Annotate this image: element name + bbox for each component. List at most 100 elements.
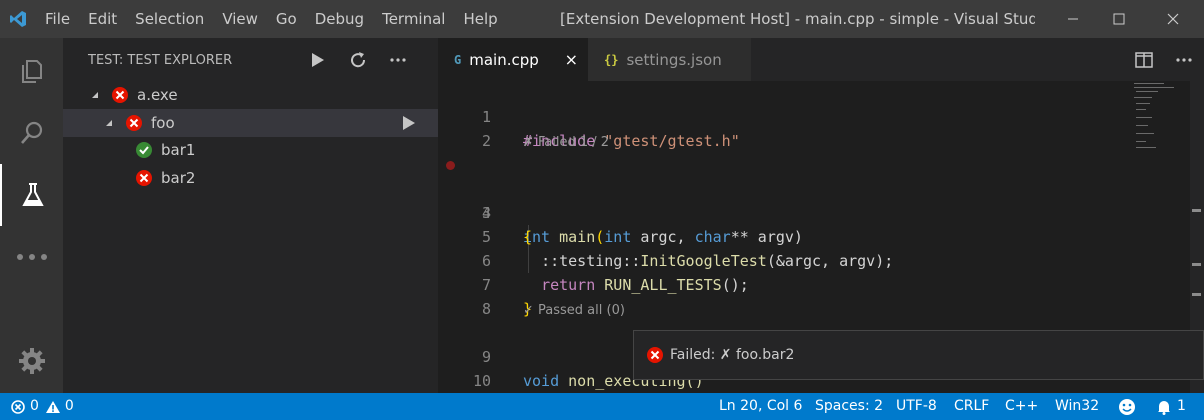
menu-selection[interactable]: Selection <box>126 0 213 38</box>
minimap-line <box>1136 91 1158 92</box>
line-number: 2 <box>481 132 491 150</box>
scroll-marker <box>1192 263 1201 266</box>
failed-icon <box>135 169 153 187</box>
menu-view[interactable]: View <box>213 0 267 38</box>
status-bar: 0 0 Ln 20, Col 6 Spaces: 2 UTF-8 CRLF C+… <box>0 393 1204 420</box>
notifications-indicator[interactable]: 1 <box>1156 393 1186 420</box>
json-file-icon: {} <box>604 52 619 67</box>
settings-gear-icon[interactable] <box>0 330 63 392</box>
tree-item-a-exe[interactable]: a.exe <box>63 81 438 109</box>
tree-item-bar2[interactable]: bar2 <box>63 164 438 192</box>
menu-terminal[interactable]: Terminal <box>373 0 454 38</box>
run-all-tests-button[interactable] <box>298 38 338 82</box>
platform[interactable]: Win32 <box>1055 393 1099 420</box>
cpp-file-icon: G <box>454 52 462 67</box>
tab-bar: G main.cpp × {} settings.json <box>438 38 1204 81</box>
code-line-5: 5 ::testing::InitGoogleTest(&argc, argv)… <box>438 201 1178 270</box>
codelens-failed[interactable]: ✗ Failed 1 / 2 <box>523 131 609 155</box>
search-icon[interactable] <box>0 102 63 164</box>
menu-edit[interactable]: Edit <box>79 0 126 38</box>
minimap-line <box>1136 147 1156 148</box>
maximize-button[interactable] <box>1096 0 1142 38</box>
split-editor-icon[interactable] <box>1124 38 1164 81</box>
tab-label: main.cpp <box>469 50 539 69</box>
tree-item-label: bar1 <box>161 141 196 159</box>
cursor-position[interactable]: Ln 20, Col 6 <box>719 393 802 420</box>
code-line-4: 4 { <box>438 177 1178 246</box>
run-test-play-icon[interactable] <box>402 115 416 135</box>
editor-more-icon[interactable] <box>1164 38 1204 81</box>
codelens-passed[interactable]: ✓ Passed all (0) <box>523 299 625 323</box>
minimap-line <box>1136 103 1150 104</box>
code-line-1: 1 #include "gtest/gtest.h" <box>438 81 1178 150</box>
test-explorer-flask-icon[interactable] <box>0 164 63 226</box>
feedback-smiley-icon[interactable] <box>1118 393 1136 420</box>
explorer-icon[interactable] <box>0 40 63 102</box>
scroll-marker <box>1192 293 1201 296</box>
end-of-line[interactable]: CRLF <box>954 393 989 420</box>
expanded-chevron-icon[interactable] <box>103 117 115 129</box>
warning-icon <box>45 400 60 413</box>
tree-item-foo[interactable]: foo <box>63 109 438 137</box>
activity-bar <box>0 38 63 393</box>
minimap[interactable] <box>1134 81 1194 181</box>
tree-item-label: bar2 <box>161 169 196 187</box>
bell-icon <box>1158 400 1170 415</box>
failed-icon <box>125 114 143 132</box>
menu-go[interactable]: Go <box>267 0 306 38</box>
sidebar-more-icon[interactable] <box>378 38 418 82</box>
minimap-line <box>1134 97 1152 98</box>
tab-main-cpp[interactable]: G main.cpp × <box>438 38 588 81</box>
vscode-logo-icon <box>0 0 36 38</box>
scroll-marker <box>1192 209 1201 212</box>
tab-settings-json[interactable]: {} settings.json <box>588 38 751 81</box>
breakpoint-icon[interactable] <box>446 161 455 170</box>
expanded-chevron-icon[interactable] <box>89 89 101 101</box>
title-bar: File Edit Selection View Go Debug Termin… <box>0 0 1204 38</box>
minimap-line <box>1134 87 1174 88</box>
menu-help[interactable]: Help <box>454 0 506 38</box>
code-line-3: 3 int main(int argc, char** argv) <box>438 153 1178 246</box>
warning-count: 0 <box>64 398 74 414</box>
menu-bar: File Edit Selection View Go Debug Termin… <box>36 0 507 38</box>
error-circle-icon <box>11 399 25 414</box>
minimap-line <box>1136 141 1146 142</box>
passed-icon <box>135 141 153 159</box>
tab-label: settings.json <box>626 50 722 69</box>
minimap-line <box>1134 83 1164 84</box>
tree-item-label: foo <box>151 114 175 132</box>
code-line-2: 2 <box>438 105 1178 150</box>
indentation[interactable]: Spaces: 2 <box>815 393 883 420</box>
sidebar-title: TEST: TEST EXPLORER <box>88 52 233 68</box>
minimize-button[interactable] <box>1050 0 1096 38</box>
test-explorer-sidebar: TEST: TEST EXPLORER a.exe foo bar1 bar2 <box>63 38 438 393</box>
tree-item-bar1[interactable]: bar1 <box>63 136 438 164</box>
code-line-8: 8 <box>438 273 1178 318</box>
problems-indicator[interactable]: 0 0 <box>10 393 74 420</box>
hover-text: Failed: ✗ foo.bar2 <box>670 347 795 363</box>
code-token: "gtest/gtest.h" <box>604 132 740 150</box>
sidebar-header: TEST: TEST EXPLORER <box>63 38 438 82</box>
encoding[interactable]: UTF-8 <box>896 393 937 420</box>
menu-debug[interactable]: Debug <box>306 0 373 38</box>
code-line-6: 6 return RUN_ALL_TESTS(); <box>438 225 1178 294</box>
notification-count: 1 <box>1177 398 1186 414</box>
language-mode[interactable]: C++ <box>1005 393 1038 420</box>
more-actions-icon[interactable] <box>0 226 63 288</box>
close-window-button[interactable] <box>1150 0 1196 38</box>
minimap-line <box>1136 117 1152 118</box>
failed-icon <box>111 86 129 104</box>
close-tab-icon[interactable]: × <box>565 38 578 81</box>
menu-file[interactable]: File <box>36 0 79 38</box>
tree-item-label: a.exe <box>137 86 178 104</box>
line-number: 8 <box>481 300 491 318</box>
hover-tooltip: Failed: ✗ foo.bar2 <box>633 330 1204 380</box>
code-line-7: 7 } <box>438 249 1178 318</box>
minimap-line <box>1136 125 1148 126</box>
failed-icon <box>646 346 664 364</box>
minimap-line <box>1136 133 1154 134</box>
reload-tests-button[interactable] <box>338 38 378 82</box>
minimap-line <box>1136 109 1146 110</box>
window-title: [Extension Development Host] - main.cpp … <box>560 10 1035 28</box>
error-count: 0 <box>30 398 39 414</box>
